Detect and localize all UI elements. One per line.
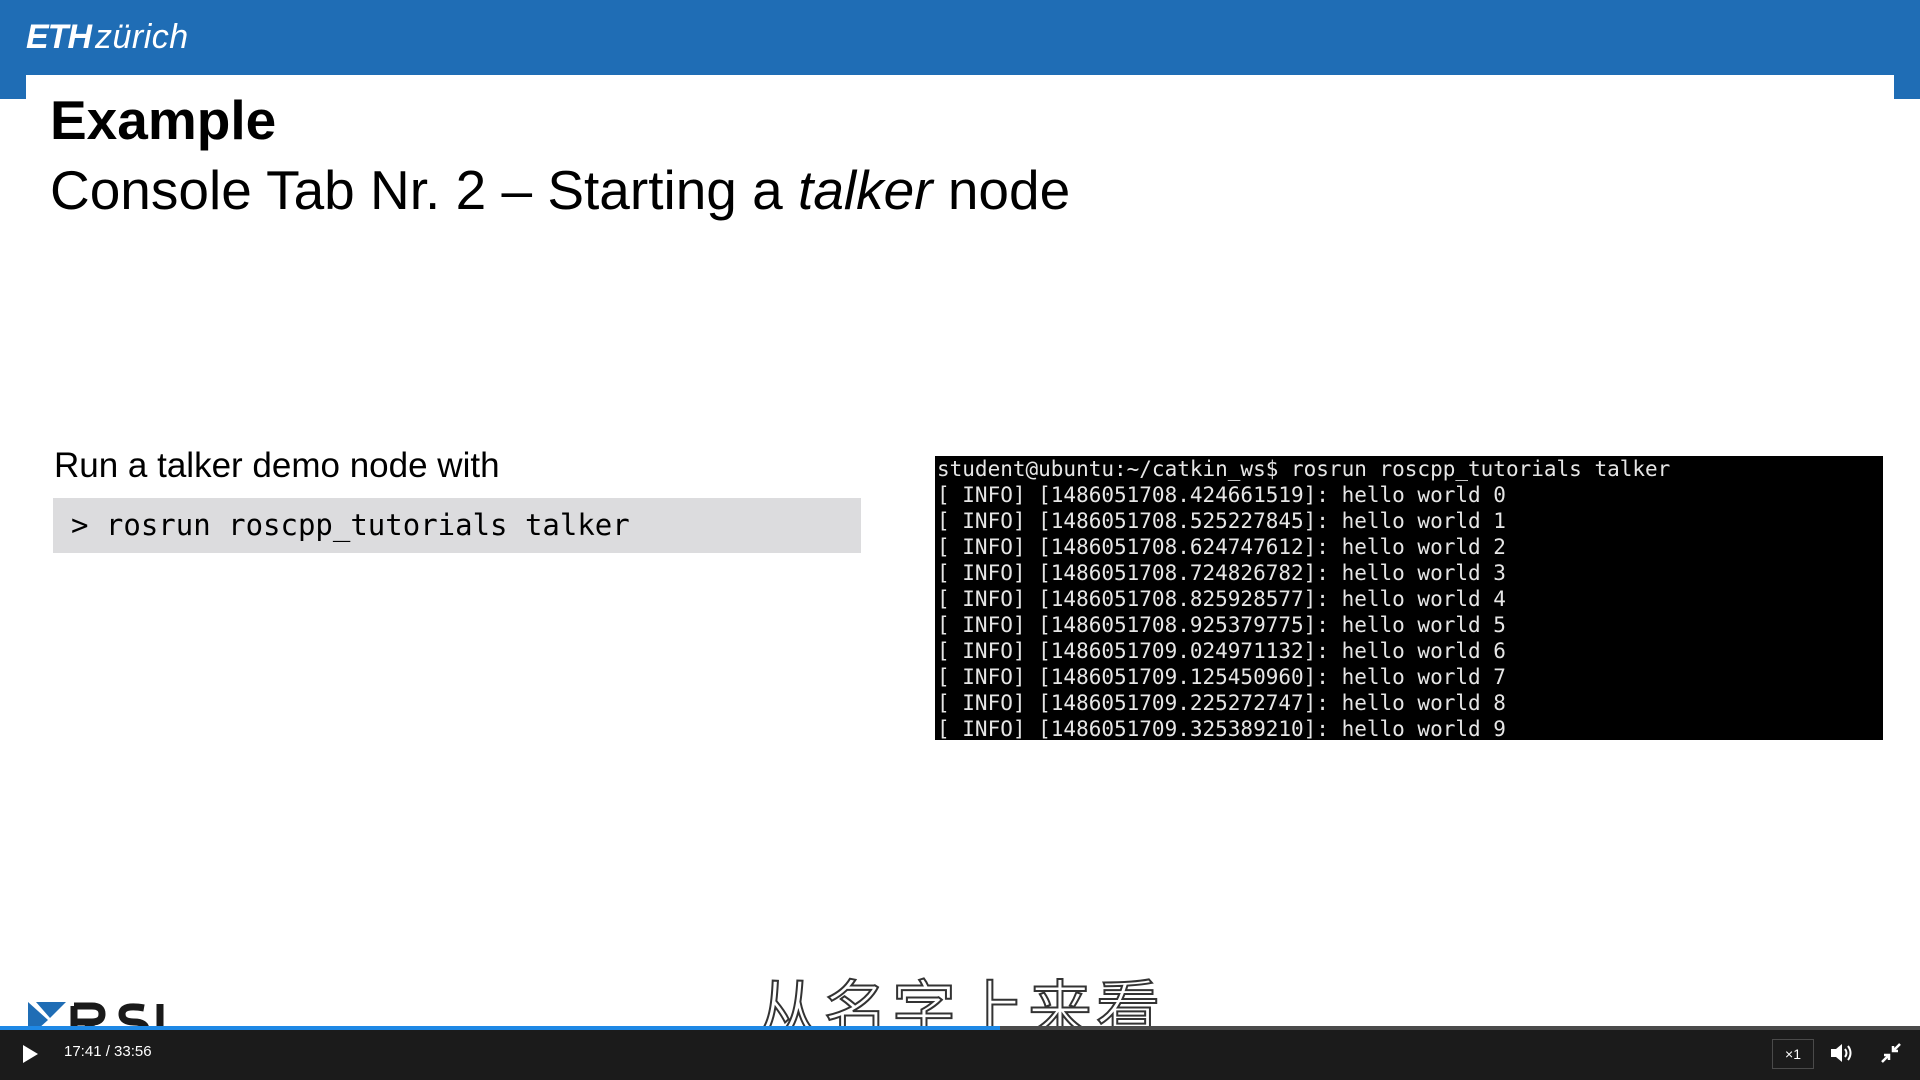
terminal-line: [ INFO] [1486051708.624747612]: hello wo… [937, 535, 1506, 559]
terminal-line: [ INFO] [1486051708.525227845]: hello wo… [937, 509, 1506, 533]
subtitle-text-emphasis: talker [798, 159, 933, 221]
header-left-edge [0, 75, 26, 99]
logo-zurich-text: zürich [95, 18, 189, 56]
command-text: > rosrun roscpp_tutorials talker [71, 508, 630, 542]
fullscreen-button[interactable] [1878, 1040, 1904, 1066]
exit-fullscreen-icon [1881, 1043, 1901, 1063]
playback-speed-button[interactable]: ×1 [1772, 1039, 1814, 1069]
run-instruction-label: Run a talker demo node with [54, 446, 500, 485]
progress-fill [0, 1026, 1001, 1030]
play-icon [23, 1045, 38, 1063]
volume-icon [1831, 1044, 1852, 1062]
subtitle-text-post: node [932, 159, 1071, 221]
terminal-screenshot: student@ubuntu:~/catkin_ws$ rosrun roscp… [935, 456, 1883, 740]
subtitle-text-pre: Console Tab Nr. 2 – Starting a [50, 159, 799, 221]
eth-header-bar: ETH zürich [0, 0, 1920, 99]
time-display: 17:41 / 33:56 [64, 1043, 152, 1060]
terminal-line: [ INFO] [1486051709.225272747]: hello wo… [937, 691, 1506, 715]
terminal-line: [ INFO] [1486051708.424661519]: hello wo… [937, 483, 1506, 507]
video-control-bar: 17:41 / 33:56 ×1 [0, 1026, 1920, 1080]
terminal-line: student@ubuntu:~/catkin_ws$ rosrun roscp… [937, 457, 1671, 481]
terminal-line: [ INFO] [1486051709.325389210]: hello wo… [937, 717, 1506, 740]
terminal-line: [ INFO] [1486051709.125450960]: hello wo… [937, 665, 1506, 689]
play-button[interactable] [18, 1042, 42, 1066]
terminal-line: [ INFO] [1486051708.825928577]: hello wo… [937, 587, 1506, 611]
terminal-line: [ INFO] [1486051708.724826782]: hello wo… [937, 561, 1506, 585]
progress-bar[interactable] [0, 1026, 1920, 1030]
command-box: > rosrun roscpp_tutorials talker [53, 498, 861, 553]
volume-button[interactable] [1828, 1040, 1854, 1066]
terminal-line: [ INFO] [1486051709.024971132]: hello wo… [937, 639, 1506, 663]
terminal-line: [ INFO] [1486051708.925379775]: hello wo… [937, 613, 1506, 637]
eth-zurich-logo: ETH zürich [26, 18, 189, 57]
slide-subtitle: Console Tab Nr. 2 – Starting a talker no… [50, 158, 1070, 222]
header-right-edge [1894, 75, 1920, 99]
slide-title: Example [50, 89, 277, 151]
logo-eth-text: ETH [26, 18, 92, 56]
